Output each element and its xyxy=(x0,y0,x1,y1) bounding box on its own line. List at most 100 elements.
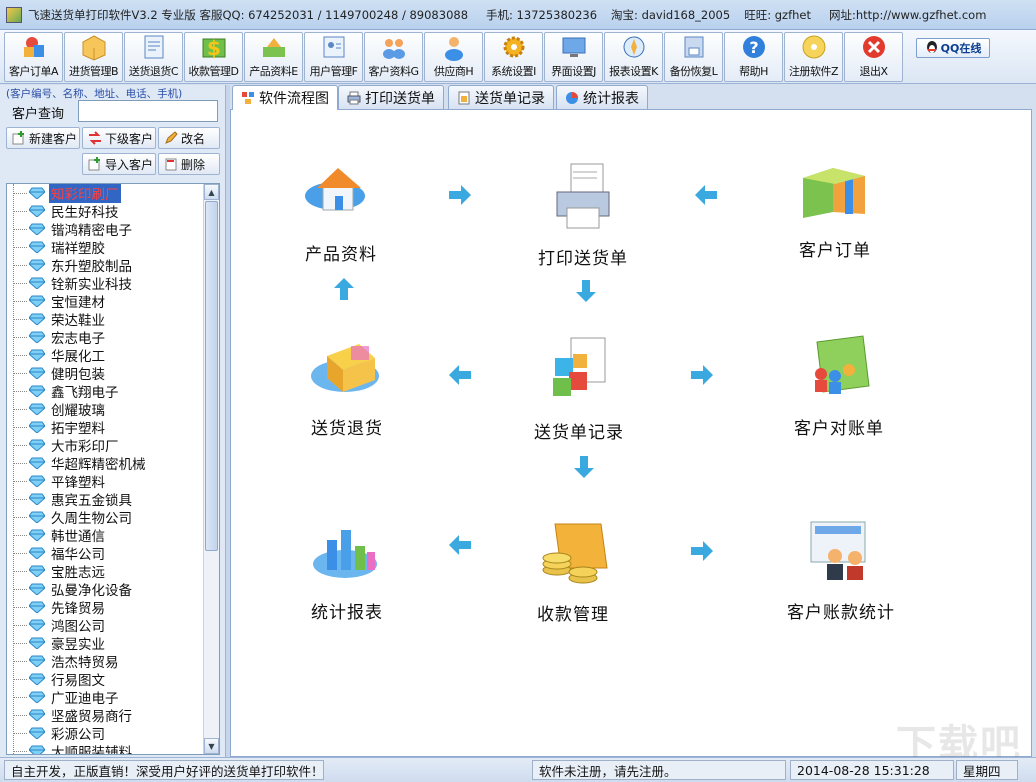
product-info-button[interactable]: 产品资料E xyxy=(244,32,303,82)
list-item[interactable]: 宝胜志远 xyxy=(7,562,203,581)
flow-statistics-report[interactable]: 统计报表 xyxy=(299,512,395,623)
list-item[interactable]: 铨新实业科技 xyxy=(7,274,203,293)
sub-customer-button[interactable]: 下级客户 xyxy=(82,127,156,149)
list-item[interactable]: 华超辉精密机械 xyxy=(7,454,203,473)
flow-customer-statement[interactable]: 客户对账单 xyxy=(791,328,887,439)
tab-print-delivery[interactable]: 打印送货单 xyxy=(338,85,444,109)
tree-connector xyxy=(13,480,27,482)
customer-name: 宝胜志远 xyxy=(51,565,105,581)
list-item[interactable]: 弘曼净化设备 xyxy=(7,580,203,599)
customer-name: 坚盛贸易商行 xyxy=(51,709,132,725)
add-icon xyxy=(12,131,26,145)
scroll-down-button[interactable]: ▼ xyxy=(204,738,219,754)
list-item[interactable]: 拓宇塑料 xyxy=(7,418,203,437)
tree-connector xyxy=(13,534,27,536)
delete-button[interactable]: 删除 xyxy=(158,153,220,175)
list-item[interactable]: 广亚迪电子 xyxy=(7,688,203,707)
tab-statistics[interactable]: 统计报表 xyxy=(556,85,648,109)
payment-management-button[interactable]: $ 收款管理D xyxy=(184,32,243,82)
taobao-text: 淘宝: david168_2005 xyxy=(611,7,731,22)
customer-name: 大顺服装辅料 xyxy=(51,745,132,755)
list-item[interactable]: 韩世通信 xyxy=(7,526,203,545)
rename-button[interactable]: 改名 xyxy=(158,127,220,149)
list-item[interactable]: 久周生物公司 xyxy=(7,508,203,527)
system-settings-button[interactable]: 系统设置I xyxy=(484,32,543,82)
list-item[interactable]: 宏志电子 xyxy=(7,328,203,347)
delivery-return-icon xyxy=(139,33,169,61)
list-item[interactable]: 华展化工 xyxy=(7,346,203,365)
list-item[interactable]: 惠宾五金锁具 xyxy=(7,490,203,509)
customer-name: 宝恒建材 xyxy=(51,295,105,311)
qq-online-button[interactable]: QQ在线 xyxy=(916,38,990,58)
list-item[interactable]: 瑞祥塑胶 xyxy=(7,238,203,257)
list-item[interactable]: 福华公司 xyxy=(7,544,203,563)
import-customer-button[interactable]: 导入客户 xyxy=(82,153,156,175)
list-item[interactable]: 坚盛贸易商行 xyxy=(7,706,203,725)
scroll-up-button[interactable]: ▲ xyxy=(204,184,219,200)
monitor-icon xyxy=(559,33,589,61)
diamond-icon xyxy=(29,583,45,595)
tab-flowchart[interactable]: 软件流程图 xyxy=(232,85,338,110)
list-item[interactable]: 行易图文 xyxy=(7,670,203,689)
delivery-return-button[interactable]: 送货退货C xyxy=(124,32,183,82)
list-item[interactable]: 先锋贸易 xyxy=(7,598,203,617)
diamond-icon xyxy=(29,259,45,271)
customer-name: 民生好科技 xyxy=(51,205,119,221)
customer-search-input[interactable] xyxy=(78,100,218,122)
flow-print-delivery[interactable]: 打印送货单 xyxy=(535,158,631,269)
supplier-button[interactable]: 供应商H xyxy=(424,32,483,82)
list-item[interactable]: 东升塑胶制品 xyxy=(7,256,203,275)
tree-scrollbar[interactable]: ▲ ▼ xyxy=(203,184,219,754)
flow-delivery-return[interactable]: 送货退货 xyxy=(299,328,395,439)
interface-settings-button[interactable]: 界面设置J xyxy=(544,32,603,82)
list-item[interactable]: 健明包装 xyxy=(7,364,203,383)
customer-order-button[interactable]: 客户订单A xyxy=(4,32,63,82)
tree-connector xyxy=(13,462,27,464)
report-settings-button[interactable]: 报表设置K xyxy=(604,32,663,82)
tree-connector xyxy=(13,228,27,230)
list-item[interactable]: 鸿图公司 xyxy=(7,616,203,635)
diamond-icon xyxy=(29,529,45,541)
tab-delivery-records[interactable]: 送货单记录 xyxy=(448,85,554,109)
list-item[interactable]: 知彩印刷厂 xyxy=(7,184,203,203)
list-item[interactable]: 平锋塑料 xyxy=(7,472,203,491)
diamond-icon xyxy=(29,187,45,199)
list-item[interactable]: 大顺服装辅料 xyxy=(7,742,203,755)
diamond-icon xyxy=(29,601,45,613)
customer-info-icon xyxy=(379,33,409,61)
purchase-management-button[interactable]: 进货管理B xyxy=(64,32,123,82)
customer-tree[interactable]: 知彩印刷厂民生好科技 锴鸿精密电子 瑞祥塑胶 东升塑胶制品 铨新实业科技宝恒建材 荣达鞋业… xyxy=(6,183,220,755)
status-datetime: 2014-08-28 15:31:28 xyxy=(790,760,954,780)
list-item[interactable]: 大市彩印厂 xyxy=(7,436,203,455)
list-item[interactable]: 锴鸿精密电子 xyxy=(7,220,203,239)
tree-connector xyxy=(13,678,27,680)
flow-product-info[interactable]: 产品资料 xyxy=(293,154,389,265)
website-text: 网址:http://www.gzfhet.com xyxy=(829,7,987,22)
diamond-icon xyxy=(29,241,45,253)
flow-delivery-records[interactable]: 送货单记录 xyxy=(531,332,627,443)
exit-button[interactable]: 退出X xyxy=(844,32,903,82)
customer-info-button[interactable]: 客户资料G xyxy=(364,32,423,82)
import-icon xyxy=(88,157,102,171)
list-item[interactable]: 鑫飞翔电子 xyxy=(7,382,203,401)
list-item[interactable]: 荣达鞋业 xyxy=(7,310,203,329)
new-customer-button[interactable]: 新建客户 xyxy=(6,127,80,149)
backup-restore-button[interactable]: 备份恢复L xyxy=(664,32,723,82)
list-item[interactable]: 浩杰特贸易 xyxy=(7,652,203,671)
flow-customer-order[interactable]: 客户订单 xyxy=(787,150,883,261)
list-item[interactable]: 彩源公司 xyxy=(7,724,203,743)
diamond-icon xyxy=(29,313,45,325)
register-software-button[interactable]: 注册软件Z xyxy=(784,32,843,82)
list-item[interactable]: 民生好科技 xyxy=(7,202,203,221)
pencil-icon xyxy=(164,131,178,145)
flow-customer-account-stats[interactable]: 客户账款统计 xyxy=(787,512,895,623)
flow-payment-management[interactable]: 收款管理 xyxy=(525,514,621,625)
scroll-thumb[interactable] xyxy=(205,201,218,551)
list-item[interactable]: 豪昱实业 xyxy=(7,634,203,653)
list-item[interactable]: 创耀玻璃 xyxy=(7,400,203,419)
arrow-right-icon xyxy=(449,185,471,205)
user-management-button[interactable]: 用户管理F xyxy=(304,32,363,82)
tree-connector xyxy=(13,210,27,212)
help-button[interactable]: ? 帮助H xyxy=(724,32,783,82)
list-item[interactable]: 宝恒建材 xyxy=(7,292,203,311)
